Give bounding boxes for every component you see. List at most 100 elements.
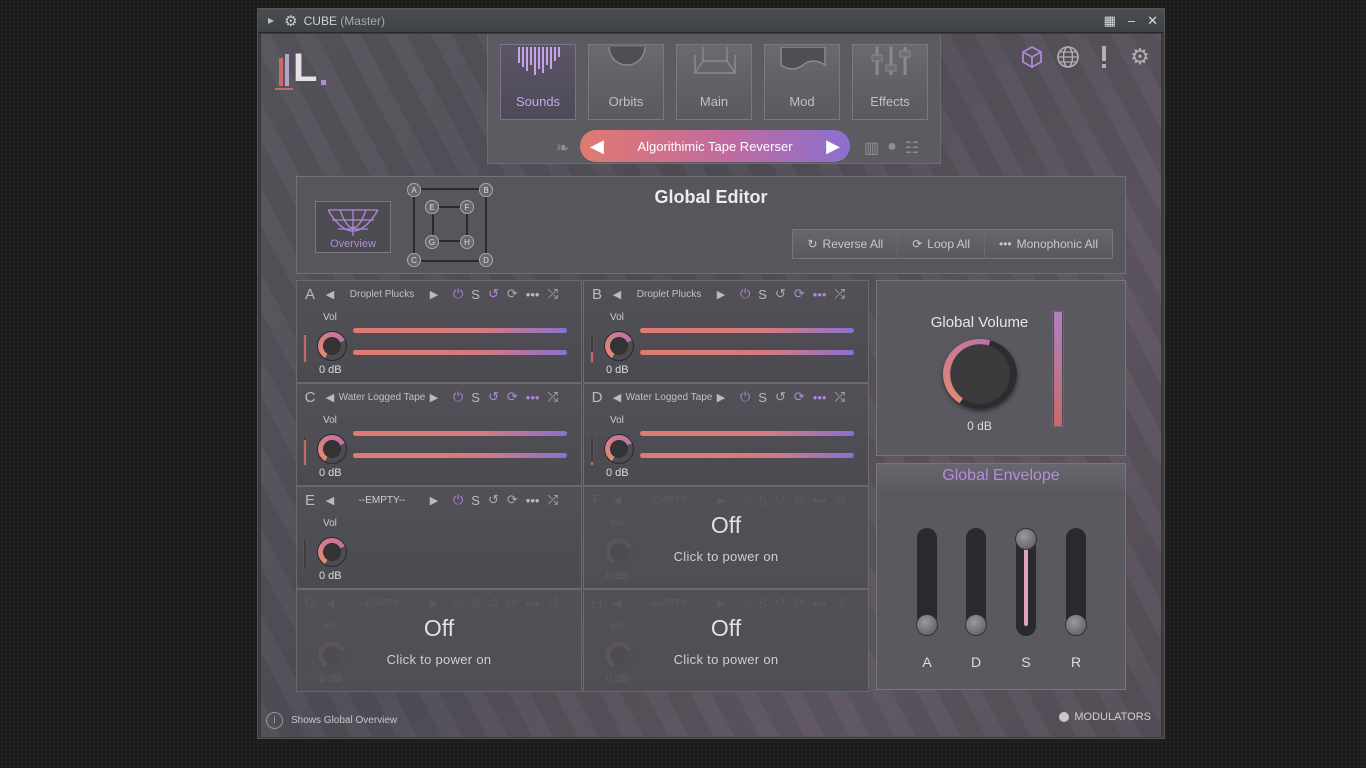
mono-icon[interactable]: ••• bbox=[813, 287, 827, 302]
vol-knob[interactable] bbox=[317, 537, 347, 567]
reverse-icon[interactable]: ↺ bbox=[775, 389, 786, 405]
modulators-toggle[interactable]: MODULATORS bbox=[1059, 711, 1151, 723]
power-icon[interactable]: ⏻ bbox=[740, 389, 750, 405]
power-icon[interactable]: ⏻ bbox=[453, 389, 463, 405]
solo-icon[interactable]: S bbox=[758, 287, 767, 302]
solo-icon[interactable]: S bbox=[758, 390, 767, 405]
solo-icon[interactable]: S bbox=[471, 493, 480, 508]
plugin-gear-icon[interactable]: ⚙ bbox=[284, 12, 297, 30]
loop-icon[interactable]: ⟳ bbox=[507, 389, 518, 405]
mono-icon[interactable]: ••• bbox=[526, 390, 540, 405]
cube-icon[interactable] bbox=[1019, 44, 1045, 70]
globe-icon[interactable] bbox=[1055, 44, 1081, 70]
envelope-slider-d[interactable] bbox=[965, 528, 987, 636]
slot-sound-name[interactable]: Droplet Plucks bbox=[337, 289, 427, 300]
global-editor-panel: Global Editor Overview A B E F G H C D ↻… bbox=[296, 176, 1126, 274]
solo-icon[interactable]: S bbox=[471, 390, 480, 405]
reverse-icon[interactable]: ↺ bbox=[488, 286, 499, 302]
slot-next-icon[interactable]: ▶ bbox=[427, 494, 441, 507]
shuffle-icon[interactable]: ⤮ bbox=[547, 492, 557, 508]
vol-knob[interactable] bbox=[604, 434, 634, 464]
mixer-icon[interactable]: ☷ bbox=[905, 138, 919, 158]
alert-icon[interactable] bbox=[1091, 44, 1117, 70]
slot-next-icon[interactable]: ▶ bbox=[427, 391, 441, 404]
matrix-node-f[interactable]: F bbox=[460, 200, 474, 214]
loop-icon[interactable]: ⟳ bbox=[794, 389, 805, 405]
preset-next-icon[interactable]: ▶ bbox=[826, 136, 840, 157]
reverse-icon[interactable]: ↺ bbox=[488, 492, 499, 508]
slot-sound-name[interactable]: Droplet Plucks bbox=[624, 289, 714, 300]
slot-prev-icon[interactable]: ◀ bbox=[323, 288, 337, 301]
matrix-node-a[interactable]: A bbox=[407, 183, 421, 197]
envelope-slider-a[interactable] bbox=[916, 528, 938, 636]
power-icon[interactable]: ⏻ bbox=[740, 286, 750, 302]
loop-icon[interactable]: ⟳ bbox=[794, 286, 805, 302]
reverse-icon[interactable]: ↺ bbox=[775, 286, 786, 302]
off-title: Off bbox=[423, 614, 455, 641]
shuffle-icon[interactable]: ⤮ bbox=[834, 286, 844, 302]
tab-mod[interactable]: Mod bbox=[764, 44, 840, 120]
tab-orbits[interactable]: Orbits bbox=[588, 44, 664, 120]
overview-button[interactable]: Overview bbox=[315, 201, 391, 253]
matrix-node-h[interactable]: H bbox=[460, 235, 474, 249]
envelope-slider-s[interactable] bbox=[1015, 528, 1037, 636]
slot-prev-icon[interactable]: ◀ bbox=[610, 391, 624, 404]
shuffle-icon[interactable]: ⤮ bbox=[547, 389, 557, 405]
tab-sounds[interactable]: Sounds bbox=[500, 44, 576, 120]
browser-grid-icon[interactable]: ▦ bbox=[1104, 13, 1116, 29]
slot-prev-icon[interactable]: ◀ bbox=[323, 494, 337, 507]
settings-gear-icon[interactable]: ⚙ bbox=[1127, 44, 1153, 70]
slot-next-icon[interactable]: ▶ bbox=[714, 288, 728, 301]
minimize-icon[interactable]: – bbox=[1128, 13, 1135, 28]
tab-main[interactable]: Main bbox=[676, 44, 752, 120]
matrix-node-e[interactable]: E bbox=[425, 200, 439, 214]
matrix-node-g[interactable]: G bbox=[425, 235, 439, 249]
slot-prev-icon[interactable]: ◀ bbox=[323, 391, 337, 404]
envelope-slider-thumb[interactable] bbox=[1065, 614, 1087, 636]
tab-effects[interactable]: Effects bbox=[852, 44, 928, 120]
slot-off-overlay[interactable]: Off Click to power on bbox=[584, 590, 868, 691]
reverse-all-button[interactable]: ↻ Reverse All bbox=[793, 230, 899, 258]
slot-sound-name[interactable]: Water Logged Tape bbox=[337, 392, 427, 403]
matrix-node-d[interactable]: D bbox=[479, 253, 493, 267]
blobs-icon[interactable]: ● bbox=[887, 138, 897, 158]
envelope-slider-thumb[interactable] bbox=[1015, 528, 1037, 550]
collapse-arrow-icon[interactable]: ▶ bbox=[268, 16, 274, 25]
matrix-node-b[interactable]: B bbox=[479, 183, 493, 197]
solo-icon[interactable]: S bbox=[471, 287, 480, 302]
envelope-slider-r[interactable] bbox=[1065, 528, 1087, 636]
slot-next-icon[interactable]: ▶ bbox=[714, 391, 728, 404]
slot-sound-name[interactable]: --EMPTY-- bbox=[337, 495, 427, 506]
slot-prev-icon[interactable]: ◀ bbox=[610, 288, 624, 301]
envelope-slider-thumb[interactable] bbox=[965, 614, 987, 636]
mono-icon[interactable]: ••• bbox=[813, 390, 827, 405]
vol-knob[interactable] bbox=[317, 331, 347, 361]
reverse-icon[interactable]: ↺ bbox=[488, 389, 499, 405]
loop-icon[interactable]: ⟳ bbox=[507, 492, 518, 508]
mono-icon[interactable]: ••• bbox=[526, 493, 540, 508]
slot-off-overlay[interactable]: Off Click to power on bbox=[584, 487, 868, 588]
preset-name[interactable]: Algorithimic Tape Reverser bbox=[637, 139, 792, 154]
info-icon[interactable]: i bbox=[266, 712, 283, 729]
leaf-icon[interactable]: ❧ bbox=[556, 138, 569, 158]
mono-icon[interactable]: ••• bbox=[526, 287, 540, 302]
preset-selector[interactable]: ◀ Algorithimic Tape Reverser ▶ bbox=[580, 130, 850, 162]
preset-prev-icon[interactable]: ◀ bbox=[590, 136, 604, 157]
loop-icon[interactable]: ⟳ bbox=[507, 286, 518, 302]
loop-all-button[interactable]: ⟳ Loop All bbox=[898, 230, 985, 258]
vol-knob[interactable] bbox=[604, 331, 634, 361]
slot-next-icon[interactable]: ▶ bbox=[427, 288, 441, 301]
power-icon[interactable]: ⏻ bbox=[453, 492, 463, 508]
matrix-node-c[interactable]: C bbox=[407, 253, 421, 267]
slot-off-overlay[interactable]: Off Click to power on bbox=[297, 590, 581, 691]
envelope-slider-thumb[interactable] bbox=[916, 614, 938, 636]
slot-sound-name[interactable]: Water Logged Tape bbox=[624, 392, 714, 403]
close-icon[interactable]: ✕ bbox=[1147, 13, 1158, 29]
vol-knob[interactable] bbox=[317, 434, 347, 464]
monophonic-all-button[interactable]: ••• Monophonic All bbox=[985, 230, 1112, 258]
global-volume-knob[interactable] bbox=[943, 339, 1017, 409]
shuffle-icon[interactable]: ⤮ bbox=[547, 286, 557, 302]
shuffle-icon[interactable]: ⤮ bbox=[834, 389, 844, 405]
power-icon[interactable]: ⏻ bbox=[453, 286, 463, 302]
levels-icon[interactable]: ▥ bbox=[864, 138, 879, 158]
